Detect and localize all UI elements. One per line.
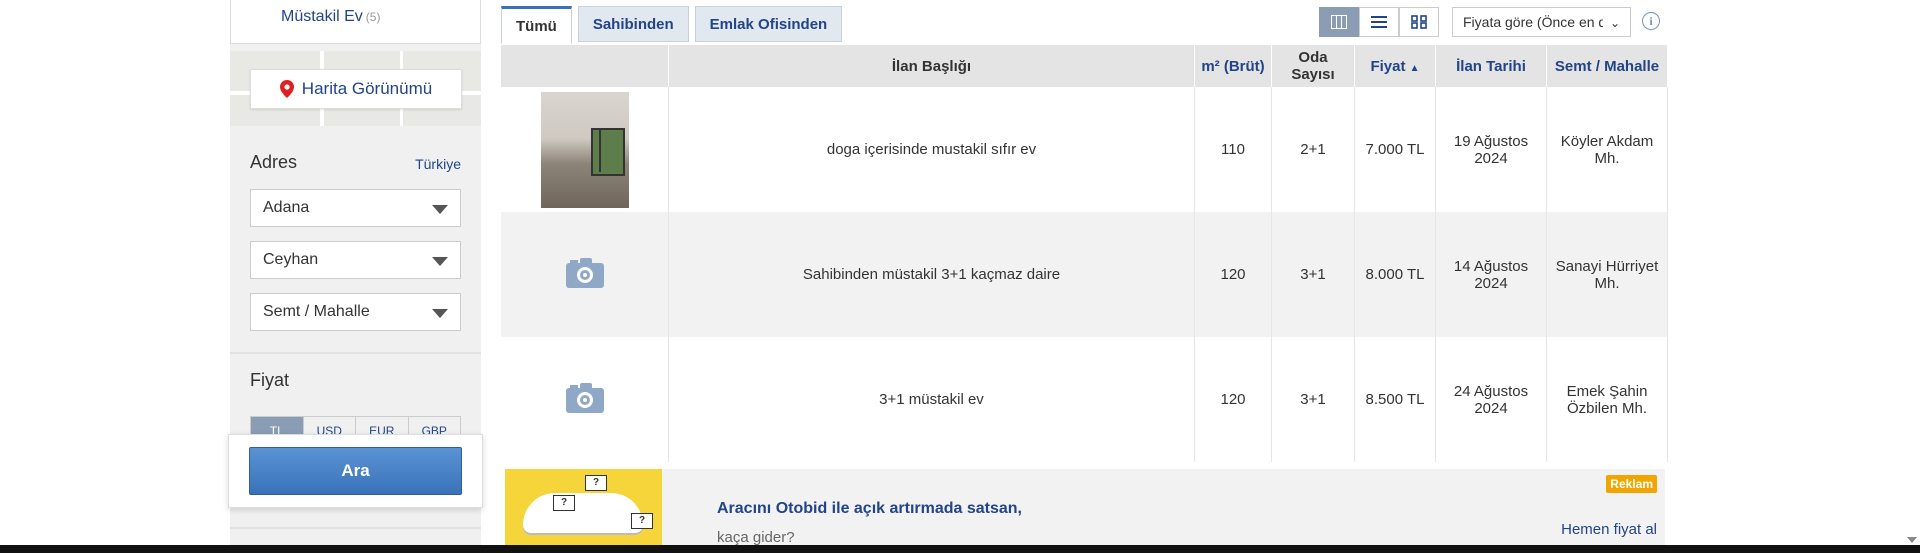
sort-value: Fiyata göre (Önce en düşük) (1463, 14, 1603, 30)
results-table: İlan Başlığı m² (Brüt) Oda Sayısı Fiyat … (501, 45, 1668, 462)
listing-image-cell[interactable] (501, 212, 669, 337)
listing-title[interactable]: 3+1 müstakil ev (668, 337, 1195, 462)
results-area: Tümü Sahibinden Emlak Ofisinden Fiyata g… (501, 0, 1668, 546)
view-mode-toggle (1319, 7, 1439, 37)
listing-location: Köyler Akdam Mh. (1546, 87, 1668, 212)
question-tag: ? (553, 495, 575, 511)
listing-area: 120 (1194, 337, 1272, 462)
listing-location: Emek Şahin Özbilen Mh. (1546, 337, 1668, 462)
listing-rooms: 3+1 (1271, 212, 1355, 337)
table-row[interactable]: 3+1 müstakil ev 120 3+1 8.500 TL 24 Ağus… (501, 337, 1668, 462)
listing-date: 14 Ağustos 2024 (1435, 212, 1547, 337)
tab-agency[interactable]: Emlak Ofisinden (694, 6, 843, 42)
caret-down-icon (432, 205, 448, 214)
map-preview[interactable]: Harita Görünümü (230, 51, 481, 126)
address-heading: Adres (250, 152, 298, 172)
ad-banner[interactable]: ? ? ? Aracını Otobid ile açık artırmada … (505, 469, 1665, 546)
bottom-bar (0, 545, 1920, 553)
camera-icon (565, 382, 604, 413)
province-value: Adana (263, 199, 310, 216)
listing-image-cell[interactable] (501, 87, 669, 212)
map-view-button[interactable]: Harita Görünümü (250, 69, 462, 109)
ad-badge: Reklam (1606, 475, 1657, 493)
province-select[interactable]: Adana (250, 189, 461, 227)
listing-rooms: 2+1 (1271, 87, 1355, 212)
ad-cta-link[interactable]: Hemen fiyat al (1561, 521, 1657, 538)
caret-down-icon (432, 257, 448, 266)
listing-tabs: Tümü Sahibinden Emlak Ofisinden (501, 6, 848, 44)
price-column-header[interactable]: Fiyat ▲ (1354, 45, 1436, 87)
table-row[interactable]: doga içerisinde mustakil sıfır ev 110 2+… (501, 87, 1668, 212)
ad-image[interactable]: ? ? ? (505, 469, 662, 545)
listing-image-cell[interactable] (501, 337, 669, 462)
car-illustration (523, 493, 643, 533)
listing-price: 8.000 TL (1354, 212, 1436, 337)
listing-price: 7.000 TL (1354, 87, 1436, 212)
columns-icon (1331, 15, 1347, 29)
map-view-label: Harita Görünümü (301, 79, 433, 98)
listing-title[interactable]: doga içerisinde mustakil sıfır ev (668, 87, 1195, 212)
table-header-row: İlan Başlığı m² (Brüt) Oda Sayısı Fiyat … (501, 45, 1668, 87)
tab-all[interactable]: Tümü (501, 6, 572, 44)
category-link[interactable]: Müstakil Ev (5) (281, 8, 380, 26)
listing-date: 24 Ağustos 2024 (1435, 337, 1547, 462)
location-column-header[interactable]: Semt / Mahalle (1546, 45, 1668, 87)
grid-view-button[interactable] (1399, 7, 1439, 37)
question-tag: ? (631, 513, 653, 529)
tab-owner[interactable]: Sahibinden (577, 6, 689, 42)
rooms-column-header[interactable]: Oda Sayısı (1271, 45, 1355, 87)
caret-down-icon (432, 309, 448, 318)
category-label[interactable]: Müstakil Ev (281, 8, 363, 25)
info-icon[interactable]: i (1642, 12, 1660, 30)
date-column-header[interactable]: İlan Tarihi (1435, 45, 1547, 87)
image-column-header (501, 45, 669, 87)
title-column-header: İlan Başlığı (668, 45, 1195, 87)
category-count: (5) (365, 10, 381, 24)
sort-asc-icon: ▲ (1409, 62, 1420, 74)
scroll-down-arrow-icon[interactable] (1907, 537, 1917, 543)
price-heading: Fiyat (250, 370, 290, 390)
divider (230, 527, 481, 529)
neighborhood-value: Semt / Mahalle (263, 303, 370, 320)
photo-window-frame (598, 127, 601, 172)
category-box: Müstakil Ev (5) (230, 0, 481, 44)
address-country-link[interactable]: Türkiye (415, 156, 461, 172)
vertical-scrollbar[interactable] (1903, 0, 1920, 545)
question-tag: ? (585, 475, 607, 491)
camera-icon (565, 257, 604, 288)
ad-title[interactable]: Aracını Otobid ile açık artırmada satsan… (717, 500, 1022, 518)
listing-price: 8.500 TL (1354, 337, 1436, 462)
list-icon (1371, 16, 1387, 28)
divider (230, 352, 481, 354)
district-select[interactable]: Ceyhan (250, 241, 461, 279)
listing-location: Sanayi Hürriyet Mh. (1546, 212, 1668, 337)
neighborhood-select[interactable]: Semt / Mahalle (250, 293, 461, 331)
grid-icon (1411, 15, 1427, 29)
columns-view-button[interactable] (1319, 7, 1359, 37)
listing-title[interactable]: Sahibinden müstakil 3+1 kaçmaz daire (668, 212, 1195, 337)
search-button[interactable]: Ara (249, 447, 462, 495)
search-button-panel: Ara (228, 434, 483, 508)
price-header-label: Fiyat (1370, 57, 1406, 75)
district-value: Ceyhan (263, 251, 319, 268)
ad-subtitle: kaça gider? (717, 529, 795, 546)
listing-area: 110 (1194, 87, 1272, 212)
photo-window (590, 127, 625, 176)
area-column-header[interactable]: m² (Brüt) (1194, 45, 1272, 87)
sort-select[interactable]: Fiyata göre (Önce en düşük) ⌄ (1452, 7, 1631, 37)
listing-area: 120 (1194, 212, 1272, 337)
listing-photo[interactable] (540, 91, 629, 208)
listing-rooms: 3+1 (1271, 337, 1355, 462)
table-row[interactable]: Sahibinden müstakil 3+1 kaçmaz daire 120… (501, 212, 1668, 337)
listing-date: 19 Ağustos 2024 (1435, 87, 1547, 212)
list-view-button[interactable] (1359, 7, 1399, 37)
map-pin-icon (279, 80, 294, 98)
chevron-down-icon: ⌄ (1609, 16, 1620, 30)
